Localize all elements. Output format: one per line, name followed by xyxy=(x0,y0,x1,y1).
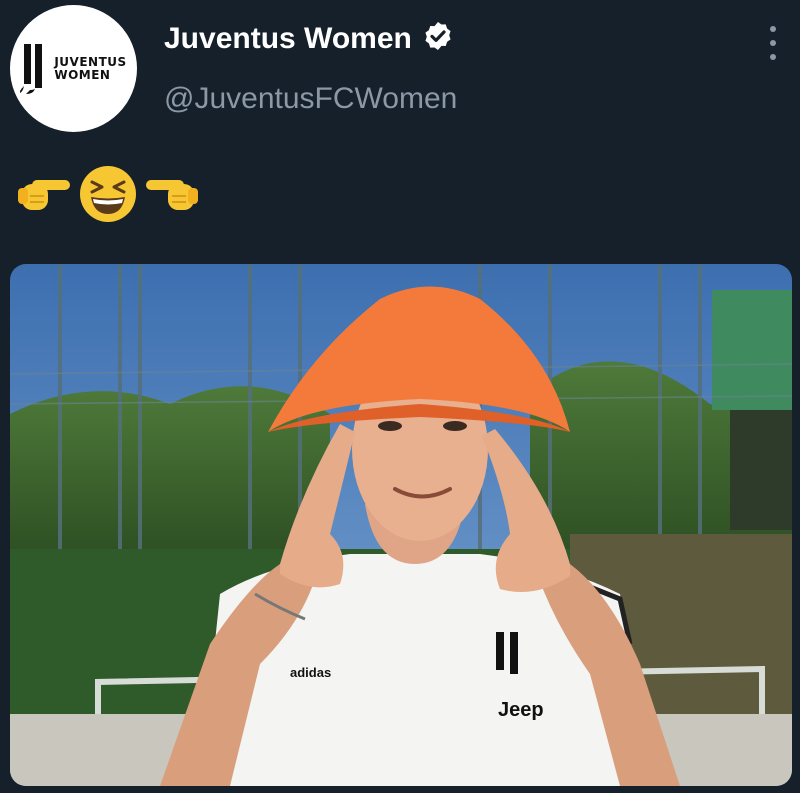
juventus-logo-icon xyxy=(20,43,48,94)
author-avatar[interactable]: JUVENTUS WOMEN xyxy=(10,5,137,132)
author-name-row: Juventus Women xyxy=(164,20,454,57)
more-options-icon[interactable] xyxy=(766,26,780,60)
shirt-sponsor-text: Jeep xyxy=(498,699,544,721)
avatar-logo-text: JUVENTUS WOMEN xyxy=(54,54,127,82)
shirt-brand-text: adidas xyxy=(290,665,331,680)
pointing-right-emoji-icon xyxy=(14,174,72,214)
tweet-photo[interactable]: Jeep adidas xyxy=(10,264,792,786)
grinning-squinting-face-emoji-icon xyxy=(78,164,138,224)
verified-badge-icon xyxy=(422,20,454,57)
pointing-left-emoji-icon xyxy=(144,174,202,214)
tweet-text xyxy=(14,164,202,224)
author-handle[interactable]: @JuventusFCWomen xyxy=(164,82,457,116)
author-display-name[interactable]: Juventus Women xyxy=(164,22,412,56)
